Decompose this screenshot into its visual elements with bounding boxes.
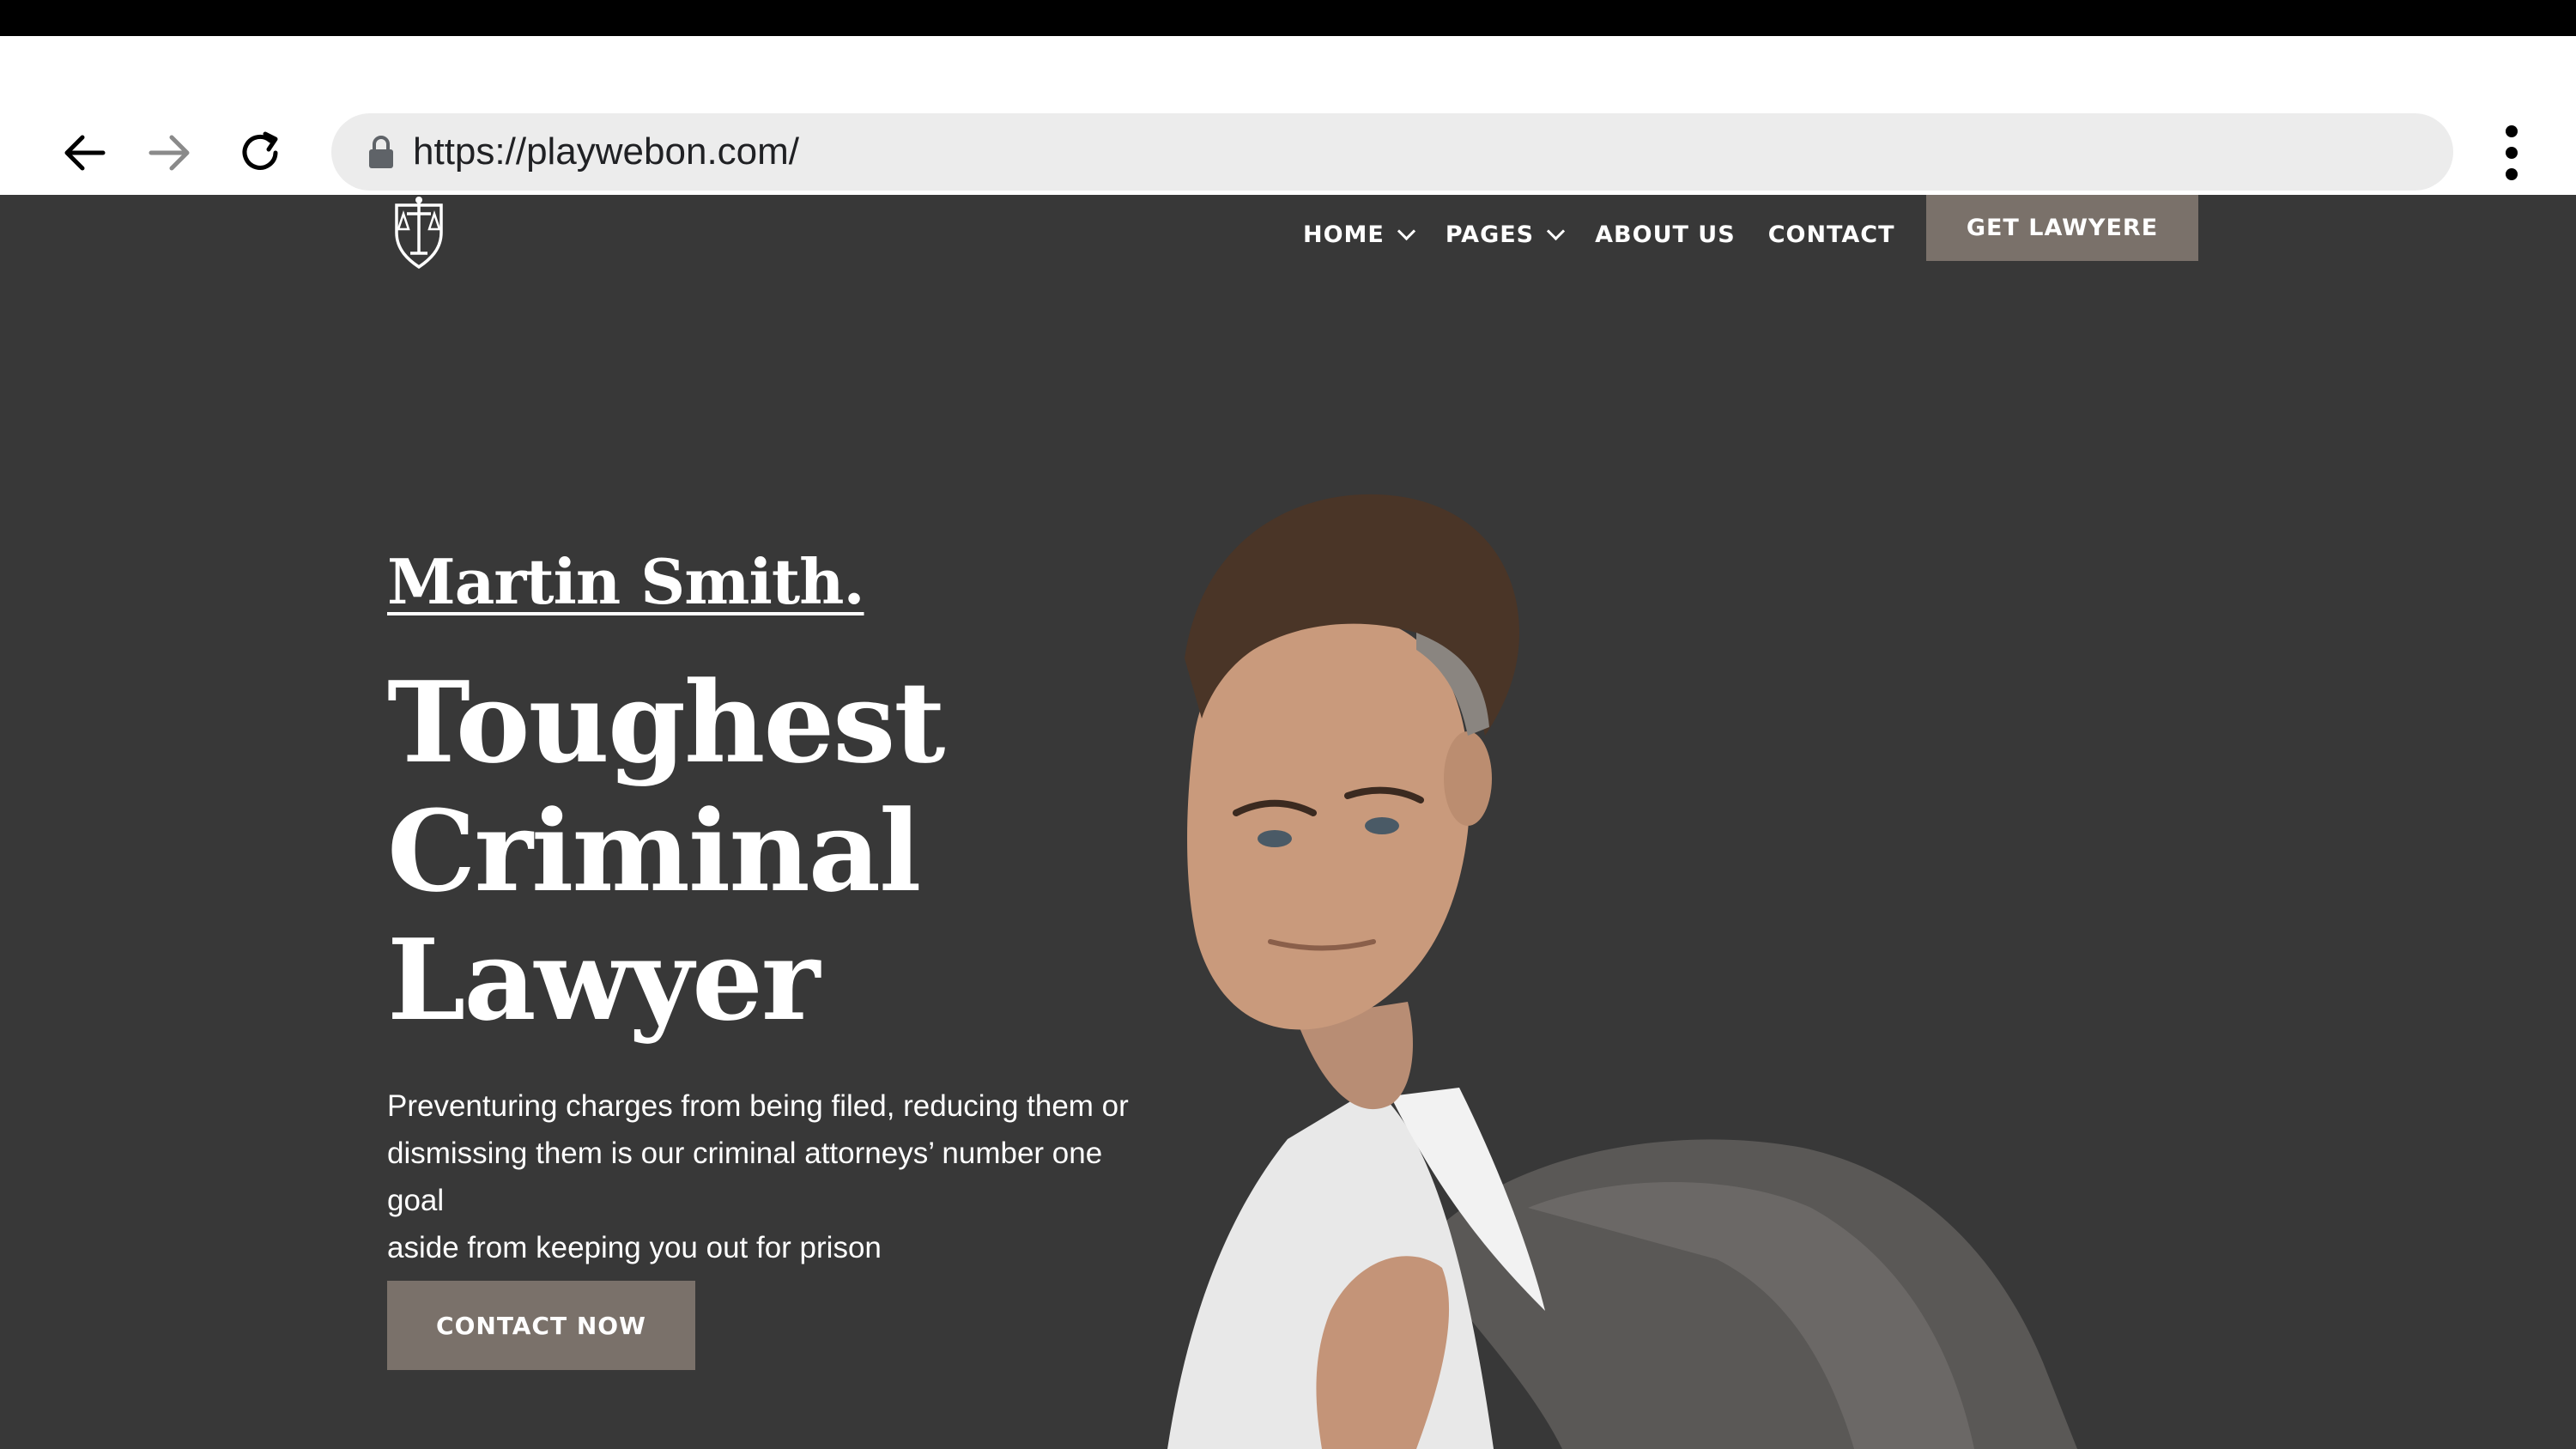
main-navigation: HOME PAGES ABOUT US CONTACT <box>1303 209 1928 260</box>
contact-now-button[interactable]: CONTACT NOW <box>387 1281 695 1370</box>
lawyer-name[interactable]: Martin Smith. <box>387 545 865 618</box>
browser-toolbar: https://playwebon.com/ <box>0 36 2576 195</box>
browser-menu-button[interactable] <box>2486 118 2537 187</box>
nav-home-label: HOME <box>1303 221 1385 248</box>
chevron-down-icon <box>1547 221 1566 240</box>
nav-pages-label: PAGES <box>1445 221 1535 248</box>
nav-home[interactable]: HOME <box>1303 221 1415 248</box>
nav-pages[interactable]: PAGES <box>1445 221 1566 248</box>
back-button[interactable] <box>52 118 120 187</box>
arrow-left-icon <box>64 135 106 171</box>
nav-contact[interactable]: CONTACT <box>1768 221 1895 248</box>
kebab-menu-icon <box>2506 125 2518 180</box>
chevron-down-icon <box>1397 221 1415 240</box>
scales-shield-logo-icon[interactable] <box>385 195 453 269</box>
get-lawyer-button[interactable]: GET LAWYERE <box>1926 195 2198 261</box>
arrow-right-icon <box>148 135 190 171</box>
address-bar[interactable]: https://playwebon.com/ <box>331 113 2453 191</box>
nav-contact-label: CONTACT <box>1767 221 1895 248</box>
lawyer-portrait-image <box>1167 494 2077 1449</box>
reload-button[interactable] <box>226 118 294 187</box>
lock-icon <box>369 136 393 168</box>
url-text[interactable]: https://playwebon.com/ <box>413 113 799 191</box>
forward-button[interactable] <box>134 118 203 187</box>
system-top-bar <box>0 0 2576 36</box>
nav-about-us[interactable]: ABOUT US <box>1595 221 1736 248</box>
reload-icon <box>242 131 278 170</box>
website-page: HOME PAGES ABOUT US CONTACT GET LAWYERE … <box>0 195 2576 1449</box>
nav-about-label: ABOUT US <box>1595 221 1736 248</box>
